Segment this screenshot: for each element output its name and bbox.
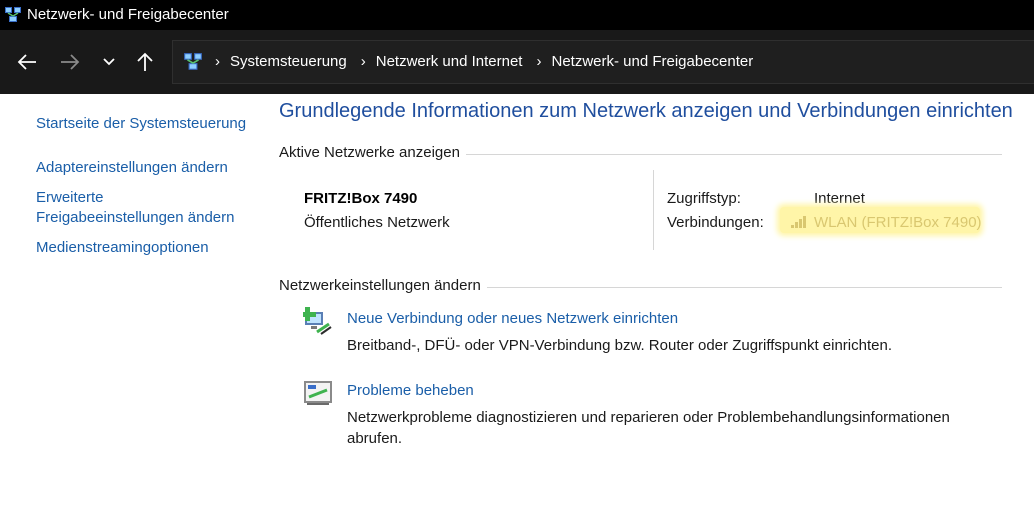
page-title: Grundlegende Informationen zum Netzwerk … (279, 100, 1013, 122)
breadcrumb: › Systemsteuerung › Netzwerk und Interne… (211, 53, 763, 70)
sidebar-item-advanced-sharing-line2[interactable]: Freigabeeinstellungen ändern (36, 208, 234, 228)
wifi-signal-icon (791, 216, 806, 228)
troubleshoot-link[interactable]: Probleme beheben (347, 382, 474, 399)
breadcrumb-item-netzwerk-und-internet[interactable]: Netzwerk und Internet (376, 53, 523, 70)
new-connection-description: Breitband-, DFÜ- oder VPN-Verbindung bzw… (347, 337, 892, 354)
sidebar-item-adapter-settings[interactable]: Adaptereinstellungen ändern (36, 158, 228, 178)
network-name: FRITZ!Box 7490 (304, 190, 418, 207)
troubleshoot-description: Netzwerkprobleme diagnostizieren und rep… (347, 409, 950, 447)
recent-locations-button[interactable] (96, 49, 122, 75)
wlan-connection-link[interactable]: WLAN (FRITZ!Box 7490) (814, 214, 982, 231)
vertical-divider (653, 170, 654, 250)
change-settings-label: Netzwerkeinstellungen ändern (279, 277, 487, 294)
troubleshoot-icon (304, 381, 332, 405)
window-title: Netzwerk- und Freigabecenter (27, 6, 229, 23)
up-button[interactable] (132, 49, 158, 75)
access-type-label: Zugriffstyp: (667, 190, 741, 207)
access-type-value: Internet (814, 190, 865, 207)
chevron-right-icon[interactable]: › (215, 53, 220, 70)
active-networks-label: Aktive Netzwerke anzeigen (279, 144, 466, 161)
navigation-bar: › Systemsteuerung › Netzwerk und Interne… (0, 30, 1034, 94)
network-center-icon (184, 53, 202, 70)
breadcrumb-item-systemsteuerung[interactable]: Systemsteuerung (230, 53, 347, 70)
chevron-right-icon[interactable]: › (536, 53, 541, 70)
title-bar: Netzwerk- und Freigabecenter (0, 0, 1034, 30)
forward-button[interactable] (57, 49, 83, 75)
network-center-icon (5, 7, 21, 22)
address-bar[interactable]: › Systemsteuerung › Netzwerk und Interne… (172, 40, 1034, 84)
arrow-right-icon (61, 54, 80, 70)
new-connection-icon (303, 307, 332, 335)
sidebar-item-control-panel-home[interactable]: Startseite der Systemsteuerung (36, 114, 246, 134)
new-connection-link[interactable]: Neue Verbindung oder neues Netzwerk einr… (347, 310, 678, 327)
arrow-left-icon (17, 54, 36, 70)
chevron-right-icon[interactable]: › (361, 53, 366, 70)
arrow-up-icon (137, 52, 153, 71)
sidebar-item-media-streaming[interactable]: Medienstreamingoptionen (36, 238, 209, 258)
breadcrumb-item-freigabecenter[interactable]: Netzwerk- und Freigabecenter (551, 53, 753, 70)
chevron-down-icon (103, 58, 115, 66)
network-type-link[interactable]: Öffentliches Netzwerk (304, 214, 450, 231)
connections-label: Verbindungen: (667, 214, 764, 231)
back-button[interactable] (14, 49, 40, 75)
sidebar-item-advanced-sharing-line1[interactable]: Erweiterte (36, 188, 104, 208)
